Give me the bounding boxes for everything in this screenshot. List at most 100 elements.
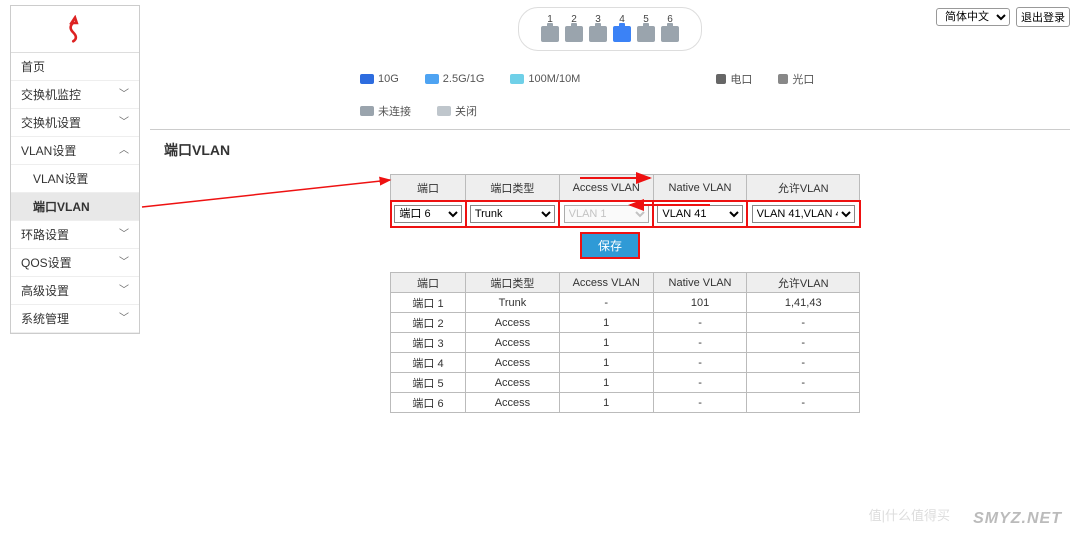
chevron-down-icon: ﹀ bbox=[119, 221, 129, 249]
native-vlan-select[interactable]: VLAN 41 bbox=[657, 205, 742, 223]
chevron-down-icon: ﹀ bbox=[119, 277, 129, 305]
port-icon bbox=[661, 26, 679, 42]
vlan-port-table: 端口端口类型Access VLANNative VLAN允许VLAN 端口 1T… bbox=[390, 272, 860, 413]
port-select[interactable]: 端口 6 bbox=[394, 205, 461, 223]
table-cell: - bbox=[747, 313, 860, 333]
table-cell: - bbox=[653, 393, 747, 413]
table-cell: 1,41,43 bbox=[747, 293, 860, 313]
port-icon bbox=[541, 26, 559, 42]
config-input-row: 端口 6 Trunk VLAN 1 VLAN 41 VLAN 41,VLAN 4… bbox=[391, 201, 860, 227]
legend-label: 100M/10M bbox=[528, 73, 580, 85]
legend-item: 2.5G/1G bbox=[425, 73, 485, 85]
legend-item: 100M/10M bbox=[510, 73, 580, 85]
table-cell: Access bbox=[466, 373, 560, 393]
legend-label: 光口 bbox=[792, 71, 814, 87]
table-cell: 端口 1 bbox=[391, 293, 466, 313]
chevron-down-icon: ﹀ bbox=[119, 249, 129, 277]
table-header: 端口类型 bbox=[466, 273, 560, 293]
table-cell: 1 bbox=[559, 373, 653, 393]
save-row: 保存 bbox=[150, 233, 1070, 258]
table-cell: - bbox=[747, 373, 860, 393]
table-cell: 端口 3 bbox=[391, 333, 466, 353]
table-cell: Access bbox=[466, 353, 560, 373]
sidebar-item-label: 高级设置 bbox=[21, 277, 69, 305]
port-indicator: 5 bbox=[637, 14, 655, 42]
col-native: Native VLAN bbox=[653, 175, 747, 201]
port-indicator: 1 bbox=[541, 14, 559, 42]
sidebar-item[interactable]: QOS设置﹀ bbox=[11, 249, 139, 277]
legend-label: 关闭 bbox=[455, 103, 477, 119]
col-type: 端口类型 bbox=[466, 175, 560, 201]
col-allow: 允许VLAN bbox=[747, 175, 860, 201]
col-port: 端口 bbox=[391, 175, 466, 201]
chevron-down-icon: ﹀ bbox=[119, 305, 129, 333]
port-icon bbox=[589, 26, 607, 42]
legend-item: 光口 bbox=[778, 71, 814, 87]
table-cell: Access bbox=[466, 393, 560, 413]
port-indicator: 6 bbox=[661, 14, 679, 42]
table-row: 端口 4Access1-- bbox=[391, 353, 860, 373]
main-content: 123456 简体中文 退出登录 10G2.5G/1G100M/10M 电口光口… bbox=[150, 5, 1070, 531]
sidebar-item-label: 交换机设置 bbox=[21, 109, 81, 137]
save-button[interactable]: 保存 bbox=[581, 233, 639, 258]
vlan-config-form: 端口 端口类型 Access VLAN Native VLAN 允许VLAN 端… bbox=[390, 174, 860, 227]
port-indicator: 3 bbox=[589, 14, 607, 42]
sidebar-item[interactable]: 首页 bbox=[11, 53, 139, 81]
table-row: 端口 3Access1-- bbox=[391, 333, 860, 353]
table-cell: Trunk bbox=[466, 293, 560, 313]
table-cell: 1 bbox=[559, 393, 653, 413]
allow-vlan-select[interactable]: VLAN 41,VLAN 43 bbox=[752, 205, 855, 223]
table-cell: 端口 6 bbox=[391, 393, 466, 413]
sidebar-item[interactable]: 高级设置 ﹀ bbox=[11, 277, 139, 305]
sidebar-item-label: 交换机监控 bbox=[21, 81, 81, 109]
table-cell: - bbox=[653, 313, 747, 333]
port-legend: 10G 2.5G/1G 100M/10M 电口 光口 未连接 关闭 bbox=[360, 71, 880, 119]
table-cell: 端口 2 bbox=[391, 313, 466, 333]
table-cell: - bbox=[559, 293, 653, 313]
legend-swatch-icon bbox=[778, 74, 788, 84]
language-select[interactable]: 简体中文 bbox=[936, 8, 1010, 26]
legend-item: 电口 bbox=[716, 71, 752, 87]
sidebar-item-label: 环路设置 bbox=[21, 221, 69, 249]
legend-swatch-icon bbox=[510, 74, 524, 84]
table-row: 端口 6Access1-- bbox=[391, 393, 860, 413]
sidebar-item[interactable]: 环路设置 ﹀ bbox=[11, 221, 139, 249]
chevron-down-icon: ﹀ bbox=[119, 81, 129, 109]
logout-button[interactable]: 退出登录 bbox=[1016, 7, 1070, 27]
legend-swatch-icon bbox=[360, 74, 374, 84]
sidebar-item[interactable]: VLAN设置︿ bbox=[11, 137, 139, 165]
table-header: 允许VLAN bbox=[747, 273, 860, 293]
table-cell: 1 bbox=[559, 313, 653, 333]
sidebar-item[interactable]: 交换机设置﹀ bbox=[11, 109, 139, 137]
access-vlan-select: VLAN 1 bbox=[564, 205, 649, 223]
sidebar-item-label: VLAN设置 bbox=[21, 137, 76, 165]
legend-item: 关闭 bbox=[437, 103, 477, 119]
port-icon bbox=[637, 26, 655, 42]
table-cell: 1 bbox=[559, 333, 653, 353]
sidebar: 首页交换机监控﹀交换机设置﹀VLAN设置︿VLAN设置端口VLAN环路设置﹀QO… bbox=[10, 5, 140, 334]
legend-item: 未连接 bbox=[360, 103, 411, 119]
sidebar-item[interactable]: 系统管理﹀ bbox=[11, 305, 139, 333]
table-cell: - bbox=[653, 333, 747, 353]
port-indicator: 2 bbox=[565, 14, 583, 42]
sidebar-item[interactable]: 交换机监控 ﹀ bbox=[11, 81, 139, 109]
legend-item: 10G bbox=[360, 73, 399, 85]
sidebar-item[interactable]: VLAN设置 bbox=[11, 165, 139, 193]
sidebar-item[interactable]: 端口VLAN bbox=[11, 193, 139, 221]
col-access: Access VLAN bbox=[559, 175, 653, 201]
divider bbox=[150, 129, 1070, 130]
table-cell: - bbox=[747, 353, 860, 373]
sidebar-item-label: 首页 bbox=[21, 53, 45, 81]
config-header-row: 端口 端口类型 Access VLAN Native VLAN 允许VLAN bbox=[391, 175, 860, 201]
table-cell: - bbox=[653, 373, 747, 393]
port-type-select[interactable]: Trunk bbox=[470, 205, 555, 223]
table-header: 端口 bbox=[391, 273, 466, 293]
table-cell: Access bbox=[466, 313, 560, 333]
table-cell: - bbox=[747, 393, 860, 413]
table-cell: 101 bbox=[653, 293, 747, 313]
watermark-site: SMYZ.NET bbox=[973, 510, 1062, 528]
legend-swatch-icon bbox=[360, 106, 374, 116]
sidebar-item-label: 端口VLAN bbox=[33, 193, 90, 221]
table-header: Access VLAN bbox=[559, 273, 653, 293]
legend-swatch-icon bbox=[425, 74, 439, 84]
